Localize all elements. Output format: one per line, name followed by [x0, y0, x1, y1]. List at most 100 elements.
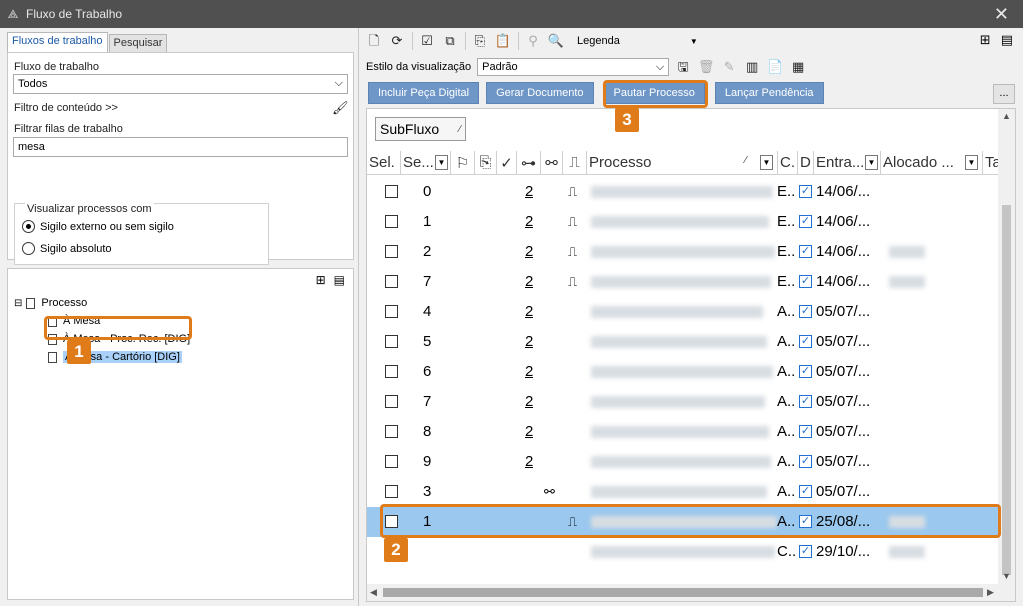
- new-document-icon[interactable]: 🗋: [365, 32, 383, 50]
- col-seq-filter-icon[interactable]: ▼: [435, 155, 448, 170]
- move-icon[interactable]: ⎘: [471, 32, 489, 50]
- scroll-up-icon[interactable]: ▲: [1002, 111, 1011, 121]
- row-class: E..: [777, 213, 796, 230]
- incluir-peca-button[interactable]: Incluir Peça Digital: [368, 82, 480, 104]
- row-select-checkbox[interactable]: [385, 305, 398, 318]
- table-row[interactable]: 0 2 ⎍ E.. ✓ 14/06/...: [367, 177, 998, 207]
- subfluxo-group-button[interactable]: SubFluxo ⁄: [375, 117, 466, 141]
- col-ta[interactable]: Ta: [983, 151, 998, 175]
- tab-pesquisar[interactable]: Pesquisar: [108, 34, 168, 52]
- legenda-dropdown[interactable]: Legenda: [577, 35, 620, 47]
- row-select-checkbox[interactable]: [385, 395, 398, 408]
- pin-icon[interactable]: ⎍: [568, 267, 577, 297]
- table-row[interactable]: 9 2 A.. ✓ 05/07/...: [367, 447, 998, 477]
- table-row[interactable]: 8 2 A.. ✓ 05/07/...: [367, 417, 998, 447]
- table-row[interactable]: 1 2 ⎍ E.. ✓ 14/06/...: [367, 207, 998, 237]
- table-row[interactable]: C.. ✓ 29/10/...: [367, 537, 998, 567]
- search-user-icon[interactable]: 🔍: [547, 32, 565, 50]
- row-count-link[interactable]: 2: [525, 357, 533, 387]
- row-select-checkbox[interactable]: [385, 365, 398, 378]
- tree-expand-icon[interactable]: ⊞: [980, 32, 991, 48]
- row-select-checkbox[interactable]: [385, 275, 398, 288]
- row-count-link[interactable]: 2: [525, 177, 533, 207]
- layout-icon[interactable]: ▦: [789, 58, 807, 76]
- tree-expand-icon[interactable]: ⊞: [316, 273, 326, 287]
- col-sel[interactable]: Sel.: [367, 151, 401, 175]
- scroll-down-icon[interactable]: ▼: [1002, 571, 1011, 581]
- row-select-checkbox[interactable]: [385, 245, 398, 258]
- radio-sigilo-externo[interactable]: Sigilo externo ou sem sigilo: [22, 220, 174, 233]
- radio-sigilo-absoluto-label: Sigilo absoluto: [40, 242, 112, 255]
- save-icon[interactable]: 🖫: [674, 58, 692, 76]
- link-icon[interactable]: ⚯: [541, 151, 563, 175]
- tree-icon[interactable]: ⊶: [517, 151, 541, 175]
- row-count-link[interactable]: 2: [525, 387, 533, 417]
- pin-icon[interactable]: ⎍: [568, 207, 577, 237]
- scroll-left-icon[interactable]: ◀: [370, 587, 377, 598]
- row-select-checkbox[interactable]: [385, 455, 398, 468]
- tree-collapse-icon[interactable]: ▤: [1001, 32, 1013, 48]
- table-row[interactable]: 7 2 ⎍ E.. ✓ 14/06/...: [367, 267, 998, 297]
- row-seq: 3: [423, 483, 432, 500]
- row-select-checkbox[interactable]: [385, 335, 398, 348]
- vertical-scroll-thumb[interactable]: [1002, 205, 1011, 575]
- pin-icon[interactable]: ⎍: [568, 237, 577, 267]
- row-select-checkbox[interactable]: [385, 425, 398, 438]
- radio-sigilo-absoluto[interactable]: Sigilo absoluto: [22, 242, 112, 255]
- table-row[interactable]: 7 2 A.. ✓ 05/07/...: [367, 387, 998, 417]
- col-alocado-filter-icon[interactable]: ▼: [965, 155, 978, 170]
- col-processo-filter-icon[interactable]: ▼: [760, 155, 773, 170]
- row-count-link[interactable]: 2: [525, 327, 533, 357]
- pin-icon[interactable]: ⎍: [568, 177, 577, 207]
- row-count-link[interactable]: 2: [525, 237, 533, 267]
- pin-icon[interactable]: ⎍: [563, 151, 587, 175]
- row-count-link[interactable]: 2: [525, 447, 533, 477]
- tree-root-processo[interactable]: ⊟ Processo: [14, 295, 87, 311]
- copy-icon[interactable]: ⧉: [441, 32, 459, 50]
- view-style-select[interactable]: Padrão ⌵: [477, 58, 670, 76]
- table-row[interactable]: 4 2 A.. ✓ 05/07/...: [367, 297, 998, 327]
- table-row[interactable]: 2 2 ⎍ E.. ✓ 14/06/...: [367, 237, 998, 267]
- horizontal-scrollbar[interactable]: ◀ ▶: [367, 584, 1015, 601]
- caret-down-icon[interactable]: ▼: [690, 37, 698, 46]
- filtrar-filas-input[interactable]: mesa: [13, 137, 348, 157]
- gerar-documento-button[interactable]: Gerar Documento: [486, 82, 594, 104]
- link-icon[interactable]: ⚯: [544, 477, 555, 507]
- check-icon[interactable]: ✓: [497, 151, 517, 175]
- row-select-checkbox[interactable]: [385, 185, 398, 198]
- row-select-checkbox[interactable]: [385, 215, 398, 228]
- check-list-icon[interactable]: ☑: [418, 32, 436, 50]
- bookmark-icon[interactable]: ⚐: [451, 151, 475, 175]
- paste-icon[interactable]: 📋: [494, 32, 512, 50]
- table-row[interactable]: 6 2 A.. ✓ 05/07/...: [367, 357, 998, 387]
- table-row[interactable]: 5 2 A.. ✓ 05/07/...: [367, 327, 998, 357]
- table-row[interactable]: 3 ⚯ A.. ✓ 05/07/...: [367, 477, 998, 507]
- row-count-link[interactable]: 2: [525, 267, 533, 297]
- filtro-conteudo-link[interactable]: Filtro de conteúdo >>: [14, 102, 118, 114]
- row-count-link[interactable]: 2: [525, 417, 533, 447]
- close-icon[interactable]: ✕: [994, 4, 1009, 25]
- tab-fluxos-de-trabalho[interactable]: Fluxos de trabalho: [7, 32, 108, 52]
- horizontal-scroll-thumb[interactable]: [383, 588, 983, 597]
- col-entrada-filter-icon[interactable]: ▼: [865, 155, 878, 170]
- row-count-link[interactable]: 2: [525, 207, 533, 237]
- clipboard-icon[interactable]: 📄: [766, 58, 784, 76]
- brush-icon[interactable]: 🖌: [332, 100, 349, 116]
- lancar-pendencia-button[interactable]: Lançar Pendência: [714, 82, 824, 104]
- columns-icon[interactable]: ▥: [743, 58, 761, 76]
- refresh-icon[interactable]: ⟳: [388, 32, 406, 50]
- row-select-checkbox[interactable]: [385, 485, 398, 498]
- sort-icon: ⁄: [459, 123, 461, 135]
- col-c[interactable]: C.: [778, 151, 798, 175]
- col-d[interactable]: D: [798, 151, 814, 175]
- scroll-right-icon[interactable]: ▶: [987, 587, 994, 598]
- tree-minus-icon[interactable]: ⊟: [14, 298, 22, 309]
- fluxo-select[interactable]: Todos ⌵: [13, 74, 348, 94]
- document-icon: [26, 297, 36, 309]
- col-processo[interactable]: Processo ⁄: [587, 151, 778, 175]
- workflow-icon: ⟁: [7, 7, 19, 21]
- copies-icon[interactable]: ⎘: [475, 151, 497, 175]
- more-button[interactable]: ...: [993, 84, 1015, 104]
- row-count-link[interactable]: 2: [525, 297, 533, 327]
- tree-collapse-icon[interactable]: ▤: [334, 273, 345, 287]
